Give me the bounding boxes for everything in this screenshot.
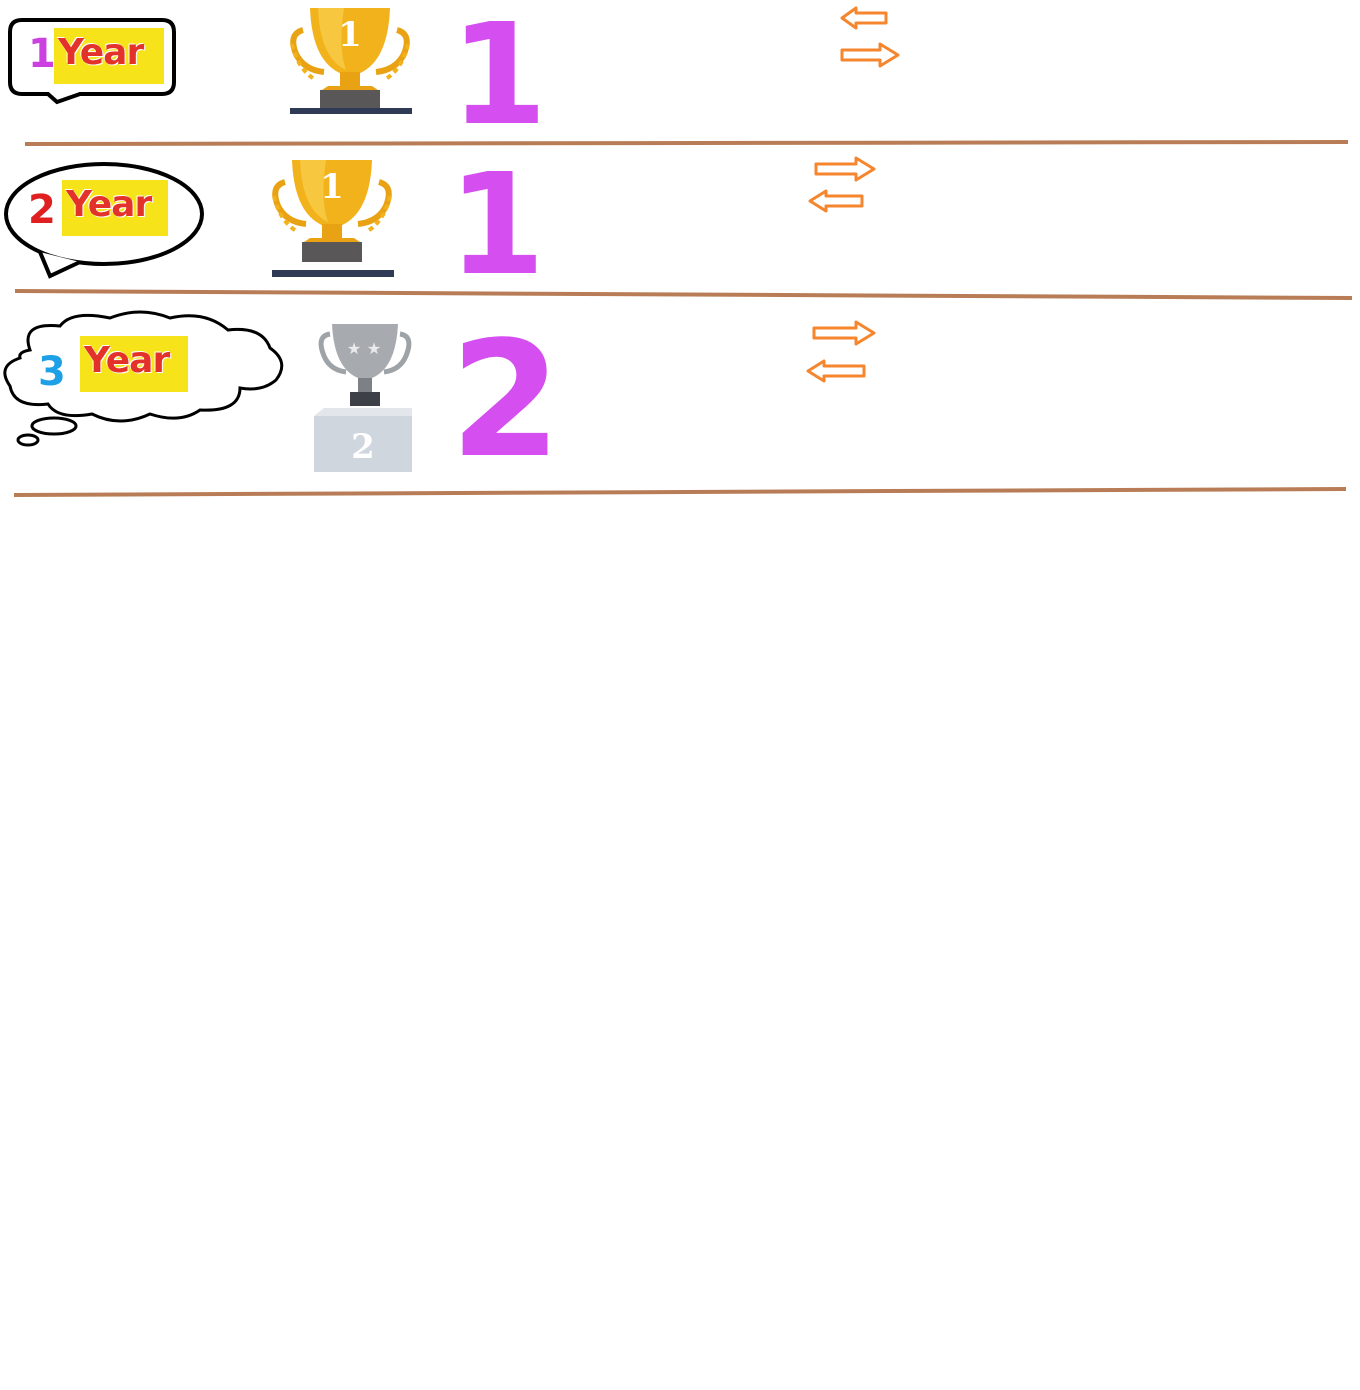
gold-trophy-icon: 1	[272, 160, 394, 277]
row-divider-2	[14, 289, 1353, 300]
year-badge: Year	[80, 336, 188, 392]
year-number: 2	[28, 187, 56, 233]
svg-text:★: ★	[367, 341, 381, 358]
drawing-canvas: 1 1 ★ ★ 2	[3, 6, 1353, 497]
arrow-left-icon	[840, 6, 888, 30]
trophy-number-label: 2	[351, 427, 375, 467]
row-divider-1	[24, 140, 1349, 146]
year-number: 1	[28, 31, 56, 77]
year-badge: Year	[62, 180, 168, 236]
gold-trophy-icon: 1	[290, 8, 412, 114]
svg-text:★: ★	[347, 341, 361, 358]
rank-number: 1	[450, 0, 548, 157]
arrow-right-icon	[840, 42, 900, 68]
arrow-left-icon	[806, 359, 866, 383]
rank-number: 2	[450, 306, 562, 493]
row-divider-3	[13, 487, 1347, 497]
trophy-number-label: 1	[338, 15, 362, 55]
silver-trophy-icon: ★ ★ 2	[314, 324, 412, 472]
trophy-number-label: 1	[320, 167, 344, 207]
arrow-right-icon	[814, 156, 876, 182]
year-number: 3	[38, 349, 66, 395]
year-badge: Year	[54, 28, 164, 84]
rank-number: 1	[448, 144, 546, 307]
arrow-left-icon	[808, 189, 864, 213]
arrow-right-icon	[812, 320, 876, 346]
